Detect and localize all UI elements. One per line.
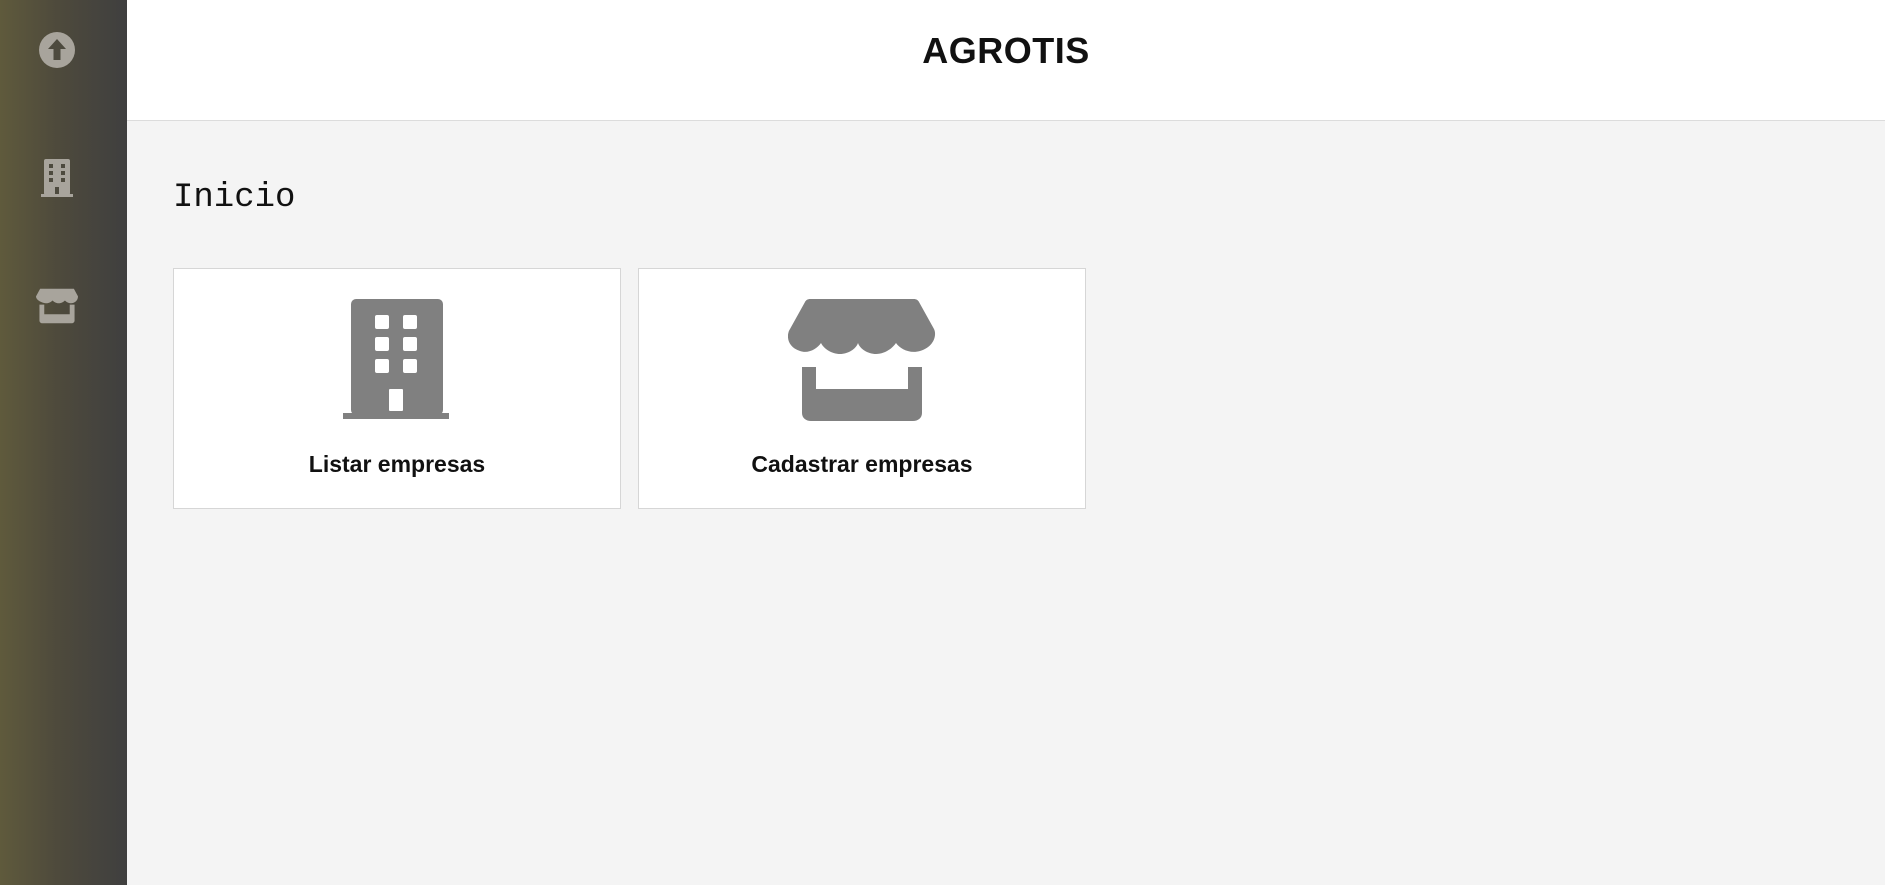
arrow-up-circle-icon (39, 32, 75, 68)
sidebar-item-listar-empresas[interactable] (36, 157, 78, 199)
store-icon (36, 288, 78, 324)
store-icon (788, 299, 936, 421)
card-label-listar-empresas: Listar empresas (308, 451, 486, 477)
building-icon (41, 159, 73, 197)
card-label-cadastrar-empresas: Cadastrar empresas (751, 451, 973, 477)
main-content: Inicio Listar empresas Cadastrar empresa… (127, 121, 1885, 885)
building-icon (343, 299, 449, 419)
sidebar-item-upload[interactable] (36, 29, 78, 71)
card-listar-empresas[interactable]: Listar empresas (173, 268, 621, 509)
sidebar-item-cadastrar-empresas[interactable] (36, 285, 78, 327)
top-header: AGROTIS (127, 0, 1885, 121)
page-title: Inicio (173, 179, 296, 217)
app-title: AGROTIS (922, 30, 1090, 71)
sidebar (0, 0, 127, 885)
card-cadastrar-empresas[interactable]: Cadastrar empresas (638, 268, 1086, 509)
